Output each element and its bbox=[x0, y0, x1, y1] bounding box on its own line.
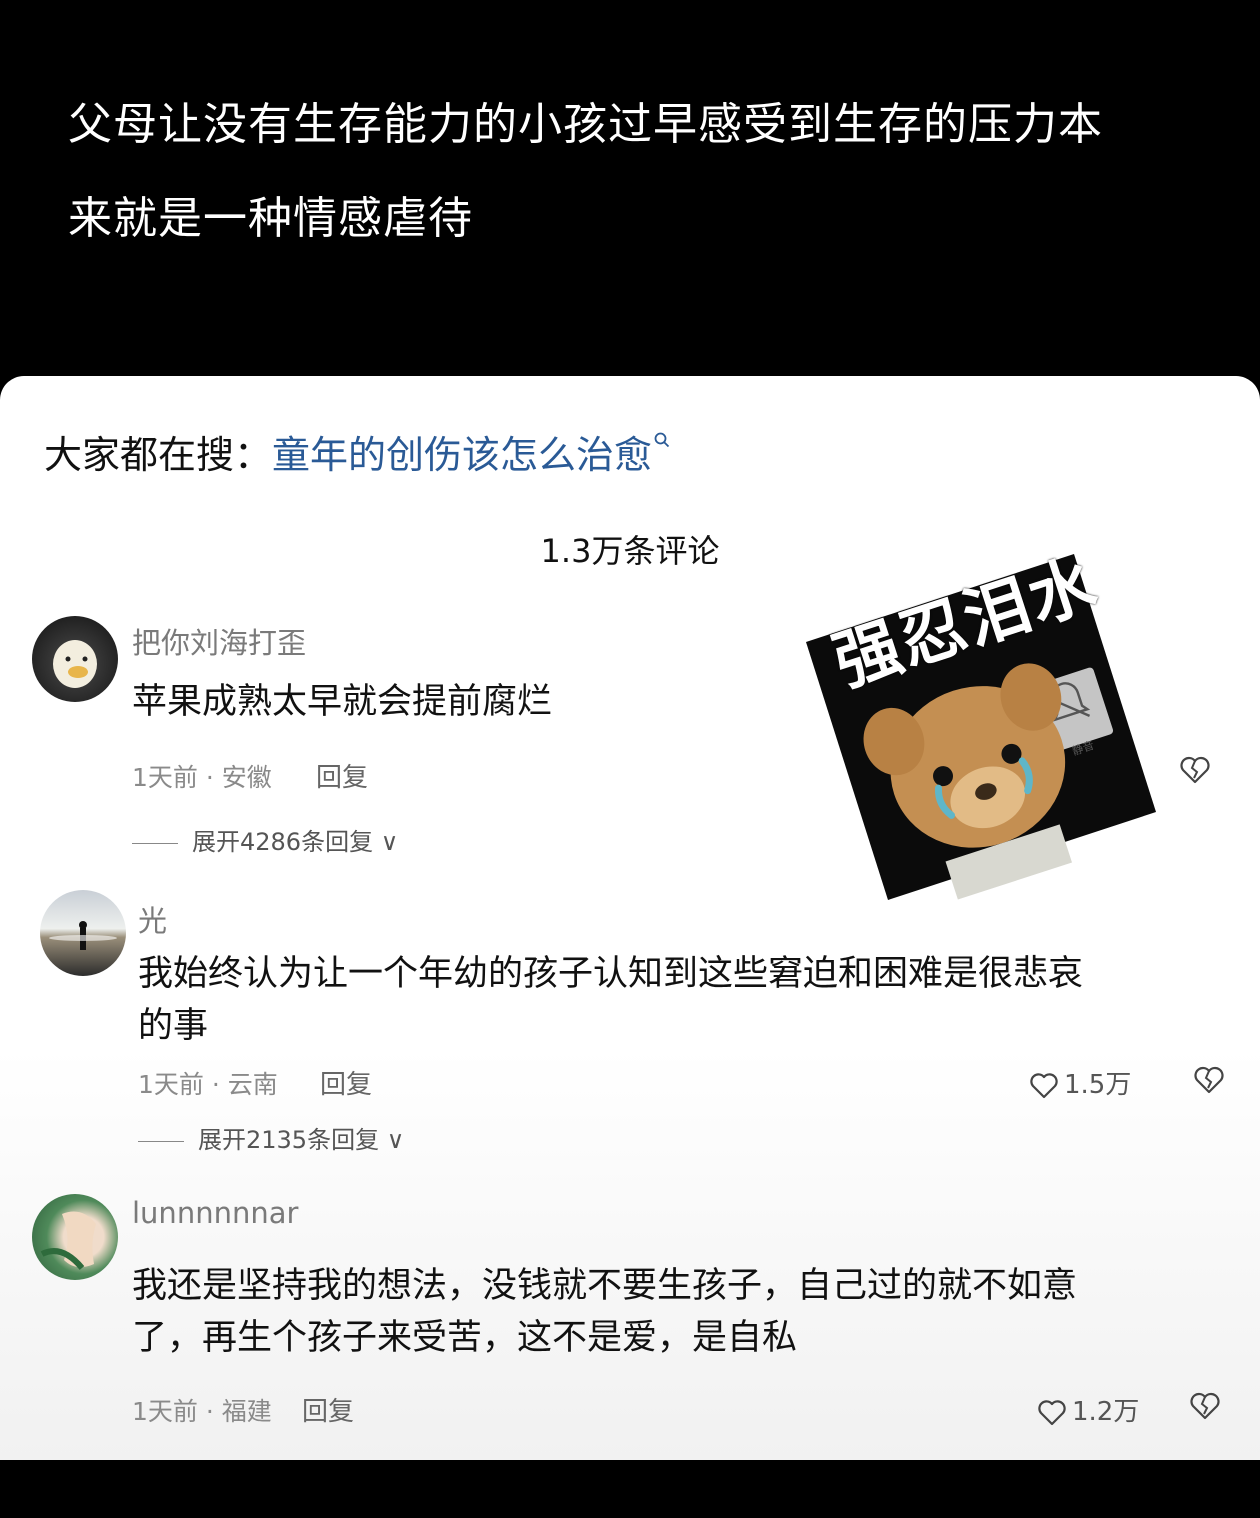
trending-search-prefix: 大家都在搜： bbox=[44, 433, 273, 477]
comment-username[interactable]: 把你刘海打歪 bbox=[132, 620, 306, 662]
comment-sheet: 大家都在搜：童年的创伤该怎么治愈 1.3万条评论 把你刘海打歪 苹果成熟太早就会… bbox=[0, 376, 1260, 1460]
heart-icon bbox=[1030, 1070, 1064, 1100]
expand-replies-label: 展开4286条回复 ∨ bbox=[192, 828, 399, 856]
comment-text-line-2: 了，再生个孩子来受苦，这不是爱，是自私 bbox=[132, 1318, 798, 1358]
video-caption-line-1: 父母让没有生存能力的小孩过早感受到生存的压力本 bbox=[68, 99, 1103, 150]
comment-username[interactable]: lunnnnnnar bbox=[132, 1196, 298, 1230]
like-count: 1.2万 bbox=[1072, 1397, 1140, 1427]
comment-username[interactable]: 光 bbox=[138, 898, 167, 940]
avatar[interactable] bbox=[40, 890, 126, 976]
avatar[interactable] bbox=[32, 1194, 118, 1280]
sticker-image: 强忍泪水 静音 bbox=[806, 544, 1156, 902]
trending-search-keyword[interactable]: 童年的创伤该怎么治愈 bbox=[272, 433, 652, 477]
like-count: 1.5万 bbox=[1064, 1070, 1132, 1100]
silhouette-avatar-icon bbox=[49, 921, 117, 950]
expand-replies-label: 展开2135条回复 ∨ bbox=[198, 1126, 405, 1154]
trending-search[interactable]: 大家都在搜：童年的创伤该怎么治愈 bbox=[44, 424, 670, 479]
reply-button[interactable]: 回复 bbox=[302, 1391, 354, 1428]
expand-replies-button[interactable]: 展开4286条回复 ∨ bbox=[132, 822, 398, 857]
dislike-icon[interactable] bbox=[1180, 756, 1210, 788]
reply-button[interactable]: 回复 bbox=[316, 757, 368, 794]
portrait-avatar-icon bbox=[40, 1211, 96, 1270]
reply-button[interactable]: 回复 bbox=[320, 1064, 372, 1101]
comment-text: 苹果成熟太早就会提前腐烂 bbox=[132, 682, 553, 722]
comment-text-line-1: 我始终认为让一个年幼的孩子认知到这些窘迫和困难是很悲哀 bbox=[138, 954, 1084, 994]
video-caption-line-2: 来就是一种情感虐待 bbox=[68, 193, 473, 244]
divider bbox=[132, 842, 178, 844]
search-icon bbox=[654, 413, 670, 448]
comment-meta: 1天前 · 云南 bbox=[138, 1070, 278, 1099]
comment-meta: 1天前 · 福建 bbox=[132, 1397, 272, 1426]
comment-meta: 1天前 · 安徽 bbox=[132, 763, 272, 792]
like-button[interactable]: 1.2万 bbox=[1038, 1391, 1139, 1428]
comment-text-line-2: 的事 bbox=[138, 1006, 209, 1046]
expand-replies-button[interactable]: 展开2135条回复 ∨ bbox=[138, 1120, 404, 1155]
comment-text: 我始终认为让一个年幼的孩子认知到这些窘迫和困难是很悲哀 的事 bbox=[138, 948, 1148, 1052]
duck-avatar-icon bbox=[53, 640, 97, 688]
avatar[interactable] bbox=[32, 616, 118, 702]
like-button[interactable]: 1.5万 bbox=[1030, 1064, 1131, 1101]
divider bbox=[138, 1140, 184, 1142]
comment-text: 我还是坚持我的想法，没钱就不要生孩子，自己过的就不如意 了，再生个孩子来受苦，这… bbox=[132, 1260, 1142, 1364]
comment-text-line-1: 我还是坚持我的想法，没钱就不要生孩子，自己过的就不如意 bbox=[132, 1266, 1078, 1306]
dislike-icon[interactable] bbox=[1194, 1066, 1224, 1098]
dislike-icon[interactable] bbox=[1190, 1392, 1220, 1424]
bottom-bar bbox=[0, 1460, 1260, 1518]
heart-icon bbox=[1038, 1397, 1072, 1427]
video-caption: 父母让没有生存能力的小孩过早感受到生存的压力本 来就是一种情感虐待 bbox=[68, 78, 1198, 266]
